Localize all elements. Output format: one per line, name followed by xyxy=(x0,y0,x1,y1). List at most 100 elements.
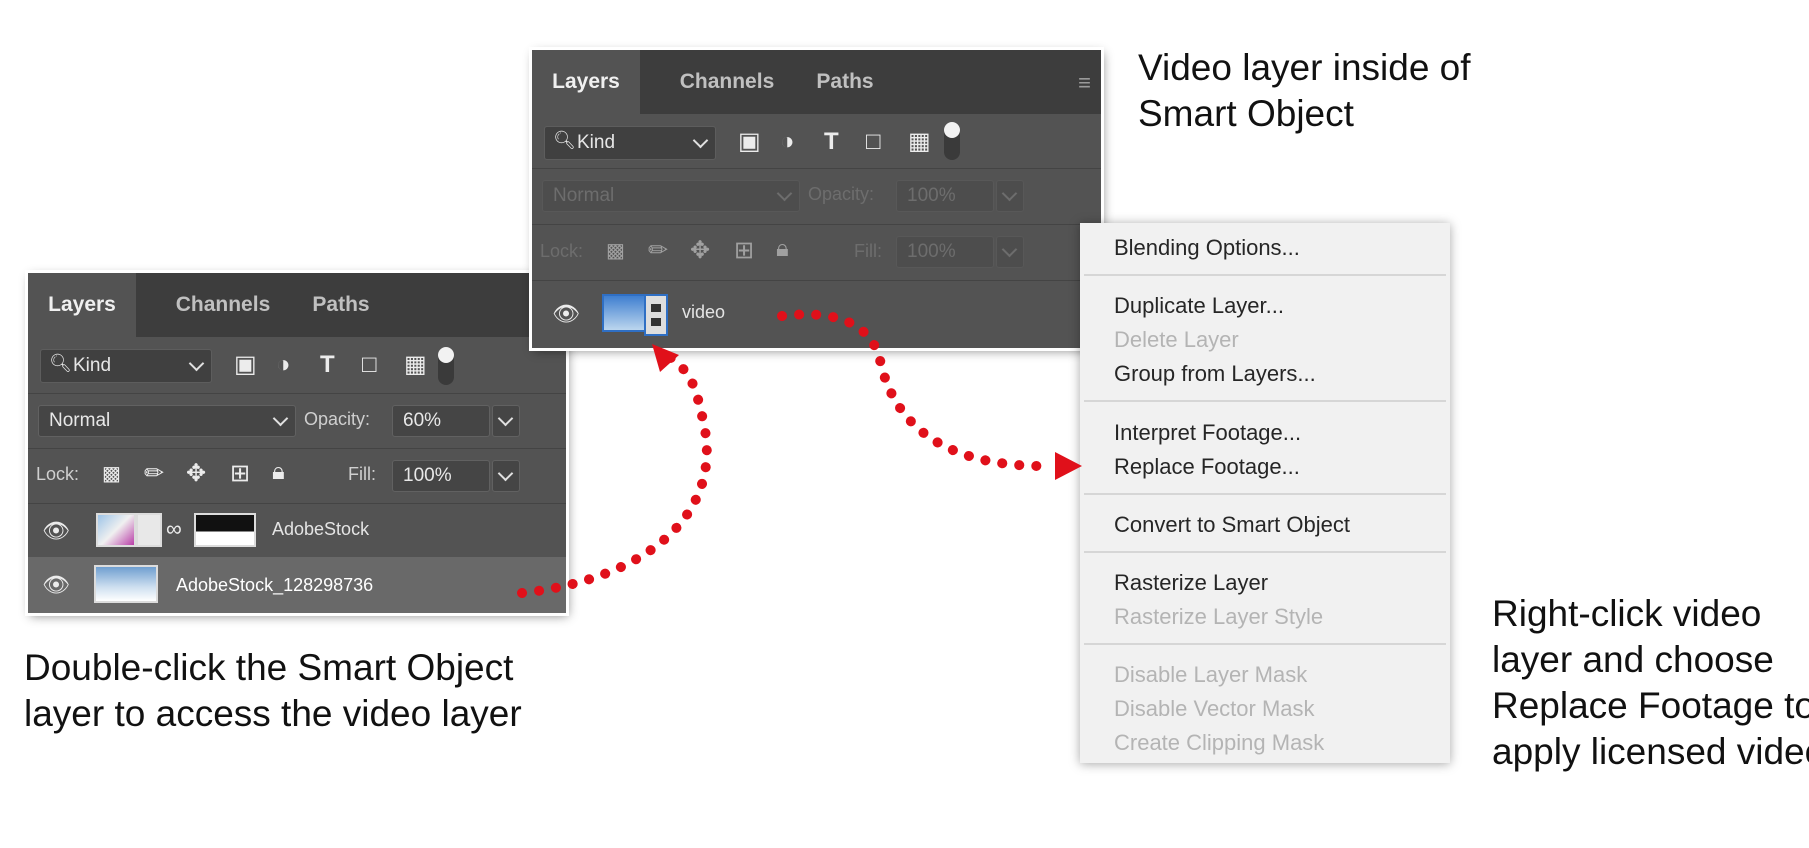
adjustment-filter-icon[interactable]: ◑ xyxy=(780,130,795,154)
lock-icon[interactable]: 🔒︎ xyxy=(272,460,285,484)
arrowhead-up xyxy=(652,344,679,372)
adjustment-icon-thumb xyxy=(136,513,162,547)
filter-kind-select[interactable]: 🔍︎ Kind xyxy=(544,126,716,160)
blend-mode-value: Normal xyxy=(553,185,615,206)
fill-label: Fill: xyxy=(854,241,882,261)
menu-item-blending-options[interactable]: Blending Options... xyxy=(1114,235,1300,261)
image-filter-icon[interactable]: ▣ xyxy=(738,130,761,154)
chevron-down-icon xyxy=(692,132,709,149)
search-icon: 🔍︎ xyxy=(49,353,72,373)
opacity-dropdown[interactable] xyxy=(996,180,1024,212)
opacity-value: 100% xyxy=(907,185,956,206)
layer-row[interactable]: 👁︎ ∞ AdobeStock xyxy=(28,503,566,558)
layer-name: AdobeStock xyxy=(272,519,370,539)
type-filter-icon[interactable]: T xyxy=(824,130,839,154)
caption-right-click: Right-click video layer and choose Repla… xyxy=(1492,593,1809,772)
menu-item-create-clipping-mask: Create Clipping Mask xyxy=(1114,730,1325,755)
artboard-icon[interactable]: ⊞ xyxy=(734,239,754,263)
opacity-field[interactable]: 60% xyxy=(392,405,490,437)
filter-kind-label: Kind xyxy=(73,355,112,376)
layer-row-selected[interactable]: 👁︎ AdobeStock_128298736 xyxy=(28,557,566,613)
tab-layers[interactable]: Layers xyxy=(28,273,136,337)
panel-tab-bar: Layers Channels Paths ≡ xyxy=(532,50,1101,114)
eye-icon[interactable]: 👁︎ xyxy=(552,302,580,326)
menu-separator xyxy=(1084,493,1446,495)
layers-panel-smart-object: Layers Channels Paths 🔍︎ Kind ▣ ◑ T □ ▦ … xyxy=(28,273,566,613)
blend-row: Normal Opacity: 60% xyxy=(28,393,566,449)
lock-label: Lock: xyxy=(540,241,584,261)
layer-thumbnail xyxy=(96,513,136,547)
search-icon: 🔍︎ xyxy=(553,130,576,150)
arrowhead-right xyxy=(1055,452,1082,480)
eye-icon[interactable]: 👁︎ xyxy=(42,519,70,543)
tab-channels[interactable]: Channels xyxy=(652,50,802,114)
chevron-down-icon xyxy=(188,355,205,372)
fill-value: 100% xyxy=(403,465,452,486)
menu-item-disable-layer-mask: Disable Layer Mask xyxy=(1114,662,1308,687)
panel-menu-icon[interactable]: ≡ xyxy=(1078,70,1091,96)
filter-row: 🔍︎ Kind ▣ ◑ T □ ▦ xyxy=(28,337,566,394)
filter-toggle-switch[interactable] xyxy=(944,122,960,160)
fill-value: 100% xyxy=(907,241,956,262)
fill-field[interactable]: 100% xyxy=(896,236,994,268)
fill-field[interactable]: 100% xyxy=(392,460,490,492)
menu-separator xyxy=(1084,274,1446,276)
layer-context-menu: Blending Options... Duplicate Layer... D… xyxy=(1080,223,1450,763)
menu-item-rasterize-layer[interactable]: Rasterize Layer xyxy=(1114,570,1268,596)
menu-item-rasterize-layer-style: Rasterize Layer Style xyxy=(1114,604,1324,629)
move-icon[interactable]: ✥ xyxy=(690,239,710,263)
menu-item-convert-to-smart-object[interactable]: Convert to Smart Object xyxy=(1114,512,1350,538)
eye-icon[interactable]: 👁︎ xyxy=(42,573,70,597)
layer-name: AdobeStock_128298736 xyxy=(176,575,374,595)
opacity-label: Opacity: xyxy=(304,409,371,429)
type-filter-icon[interactable]: T xyxy=(320,353,335,377)
opacity-value: 60% xyxy=(403,410,442,431)
fill-dropdown[interactable] xyxy=(492,460,520,492)
chevron-down-icon xyxy=(1001,241,1018,258)
lock-transparent-pixels-icon[interactable]: ▩ xyxy=(606,239,625,263)
smart-object-filter-icon[interactable]: ▦ xyxy=(908,130,931,154)
film-strip-icon xyxy=(644,294,668,336)
menu-item-duplicate-layer[interactable]: Duplicate Layer... xyxy=(1114,293,1284,319)
filter-toggle-switch[interactable] xyxy=(438,347,454,385)
layer-mask-thumbnail xyxy=(194,513,256,547)
layer-name: video xyxy=(682,302,726,322)
move-icon[interactable]: ✥ xyxy=(186,462,206,486)
brush-icon[interactable]: ✏︎ xyxy=(648,239,668,263)
blend-mode-select[interactable]: Normal xyxy=(38,405,296,437)
fill-dropdown[interactable] xyxy=(996,236,1024,268)
artboard-icon[interactable]: ⊞ xyxy=(230,462,250,486)
lock-row: Lock: ▩ ✏︎ ✥ ⊞ 🔒︎ Fill: 100% xyxy=(28,448,566,504)
menu-item-delete-layer: Delete Layer xyxy=(1114,327,1239,352)
blend-mode-select[interactable]: Normal xyxy=(542,180,800,212)
brush-icon[interactable]: ✏︎ xyxy=(144,462,164,486)
blend-row-disabled: Normal Opacity: 100% xyxy=(532,168,1101,225)
lock-icon[interactable]: 🔒︎ xyxy=(776,237,789,261)
layer-row[interactable]: 👁︎ video xyxy=(532,280,1101,348)
smart-object-filter-icon[interactable]: ▦ xyxy=(404,353,427,377)
filter-row: 🔍︎ Kind ▣ ◑ T □ ▦ xyxy=(532,114,1101,169)
smart-object-thumbnail xyxy=(94,565,158,603)
tab-paths[interactable]: Paths xyxy=(800,50,890,114)
caption-video-layer: Video layer inside of Smart Object xyxy=(1138,47,1471,134)
image-filter-icon[interactable]: ▣ xyxy=(234,353,257,377)
adjustment-filter-icon[interactable]: ◑ xyxy=(276,353,291,377)
tab-paths[interactable]: Paths xyxy=(296,273,386,337)
shape-filter-icon[interactable]: □ xyxy=(866,130,881,154)
opacity-field[interactable]: 100% xyxy=(896,180,994,212)
chevron-down-icon xyxy=(776,185,793,202)
filter-kind-select[interactable]: 🔍︎ Kind xyxy=(40,349,212,383)
chevron-down-icon xyxy=(272,410,289,427)
menu-item-replace-footage[interactable]: Replace Footage... xyxy=(1114,454,1300,480)
opacity-dropdown[interactable] xyxy=(492,405,520,437)
blend-mode-value: Normal xyxy=(49,410,111,431)
shape-filter-icon[interactable]: □ xyxy=(362,353,377,377)
tab-channels[interactable]: Channels xyxy=(148,273,298,337)
fill-label: Fill: xyxy=(348,464,376,484)
menu-item-interpret-footage[interactable]: Interpret Footage... xyxy=(1114,420,1301,446)
tab-layers[interactable]: Layers xyxy=(532,50,640,114)
menu-item-group-from-layers[interactable]: Group from Layers... xyxy=(1114,361,1316,387)
lock-label: Lock: xyxy=(36,464,80,484)
link-icon: ∞ xyxy=(166,516,182,541)
lock-transparent-pixels-icon[interactable]: ▩ xyxy=(102,462,121,486)
